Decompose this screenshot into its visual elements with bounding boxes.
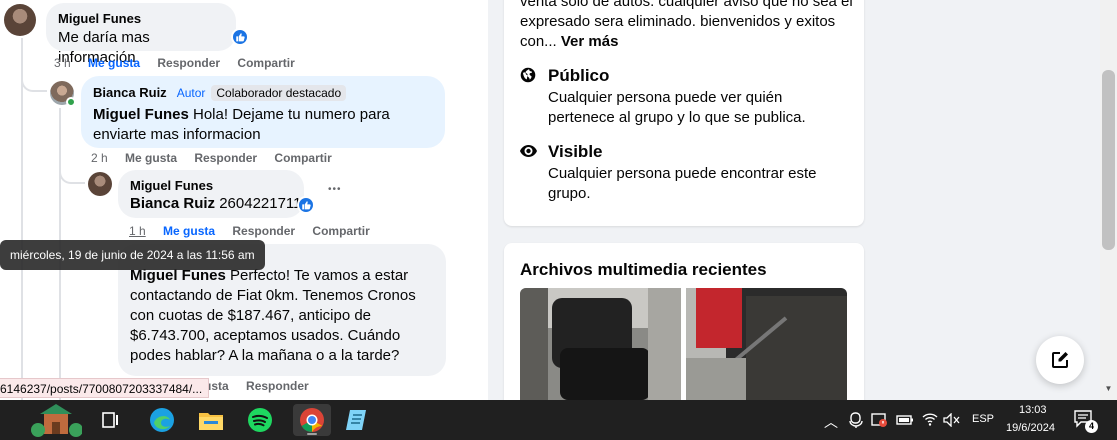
show-hidden-icons-chevron-icon[interactable]: ︿ [824, 412, 838, 432]
reply-button[interactable]: Responder [194, 151, 257, 165]
visible-description: Cualquier persona puede encontrar este g… [548, 165, 817, 202]
group-description: venta solo de autos. cualquier aviso que… [520, 0, 856, 52]
comment-bubble: Miguel Funes Bianca Ruiz 2604221711 [118, 170, 304, 218]
timestamp-tooltip: miércoles, 19 de junio de 2024 a las 11:… [0, 240, 265, 270]
comment-bubble: Miguel Funes Me daría mas información [46, 3, 236, 66]
see-more-link[interactable]: Ver más [561, 33, 619, 50]
media-thumbnail[interactable] [520, 288, 681, 400]
avatar[interactable] [4, 4, 36, 36]
like-reaction-icon[interactable] [231, 28, 249, 46]
media-thumbnail[interactable] [686, 288, 847, 400]
clock-time[interactable]: 13:03 [1019, 404, 1047, 416]
taskbar: ︿ ESP 13:03 19/6/2024 4 [0, 400, 1117, 440]
public-title: Público [548, 66, 610, 85]
like-button[interactable]: Me gusta [88, 56, 140, 70]
share-button[interactable]: Compartir [312, 224, 369, 238]
comment-actions: usta Responder [204, 379, 323, 393]
notepad-app-icon[interactable] [341, 404, 373, 436]
like-button[interactable]: Me gusta [163, 224, 215, 238]
clock-date[interactable]: 19/6/2024 [1006, 422, 1055, 434]
top-contributor-badge: Colaborador destacado [211, 85, 347, 101]
security-alert-icon[interactable] [871, 412, 887, 433]
recent-media-card: Archivos multimedia recientes [504, 243, 864, 413]
comment-text: Miguel Funes Perfecto! Te vamos a estar … [130, 266, 434, 366]
comment-author[interactable]: Miguel Funes [58, 11, 224, 26]
avatar[interactable] [88, 172, 112, 196]
public-description: Cualquier persona puede ver quién perten… [548, 89, 806, 126]
compose-icon [1052, 352, 1068, 368]
thread-connector [21, 70, 47, 92]
comment-actions: 2 h Me gusta Responder Compartir [91, 151, 346, 165]
comment-actions: 3 h Me gusta Responder Compartir [54, 56, 309, 70]
comment-actions: 1 h Me gusta Responder Compartir [129, 224, 384, 238]
like-reaction-icon[interactable] [297, 196, 315, 214]
public-icon [520, 67, 536, 88]
volume-muted-icon[interactable] [943, 412, 961, 432]
mention-link[interactable]: Miguel Funes [93, 106, 189, 123]
reply-button[interactable]: Responder [232, 224, 295, 238]
comment-author[interactable]: Bianca Ruiz [93, 85, 167, 100]
online-status-dot [66, 97, 76, 107]
visible-icon [520, 144, 537, 162]
comments-column: Miguel Funes Me daría mas información 3 … [0, 0, 488, 400]
share-button[interactable]: Compartir [237, 56, 294, 70]
scroll-down-arrow-icon[interactable]: ▼ [1102, 384, 1115, 396]
meet-now-icon[interactable] [849, 412, 863, 433]
reply-button[interactable]: Responder [157, 56, 220, 70]
notification-count-badge: 4 [1085, 420, 1098, 433]
task-view-icon[interactable] [95, 404, 127, 436]
chrome-browser-icon[interactable] [293, 404, 331, 436]
wifi-icon[interactable] [922, 412, 938, 431]
author-badge: Autor [176, 86, 206, 100]
start-widget-icon[interactable] [28, 404, 84, 437]
mention-link[interactable]: Bianca Ruiz [130, 195, 215, 212]
file-explorer-icon[interactable] [195, 404, 227, 436]
comment-timestamp[interactable]: 3 h [54, 56, 71, 70]
about-card: venta solo de autos. cualquier aviso que… [504, 0, 864, 226]
comment-author[interactable]: Miguel Funes [130, 178, 292, 193]
battery-icon[interactable] [896, 413, 914, 431]
comment-timestamp[interactable]: 1 h [129, 224, 146, 238]
comment-text: Miguel Funes Hola! Dejame tu numero para… [93, 105, 433, 145]
like-button[interactable]: Me gusta [125, 151, 177, 165]
more-options-button[interactable]: ••• [328, 184, 342, 195]
comment-bubble: Bianca Ruiz Autor Colaborador destacado Mi… [81, 76, 445, 148]
thread-line [21, 38, 23, 400]
new-message-button[interactable] [1036, 336, 1084, 384]
input-language-indicator[interactable]: ESP [972, 413, 994, 425]
spotify-icon[interactable] [244, 404, 276, 436]
comment-text: Bianca Ruiz 2604221711 [130, 194, 302, 214]
scrollbar-thumb[interactable] [1102, 70, 1115, 250]
status-url-bar: 6146237/posts/7700807203337484/... [0, 378, 210, 398]
comment-timestamp[interactable]: 2 h [91, 151, 108, 165]
comment-header: Bianca Ruiz Autor Colaborador destacado [93, 84, 433, 102]
thread-connector [59, 162, 85, 184]
visible-title: Visible [548, 142, 603, 161]
recent-media-title: Archivos multimedia recientes [520, 260, 767, 279]
comment-body: 2604221711 [215, 195, 302, 212]
share-button[interactable]: Compartir [274, 151, 331, 165]
edge-browser-icon[interactable] [146, 404, 178, 436]
active-app-indicator [307, 433, 317, 435]
reply-button[interactable]: Responder [246, 379, 309, 393]
